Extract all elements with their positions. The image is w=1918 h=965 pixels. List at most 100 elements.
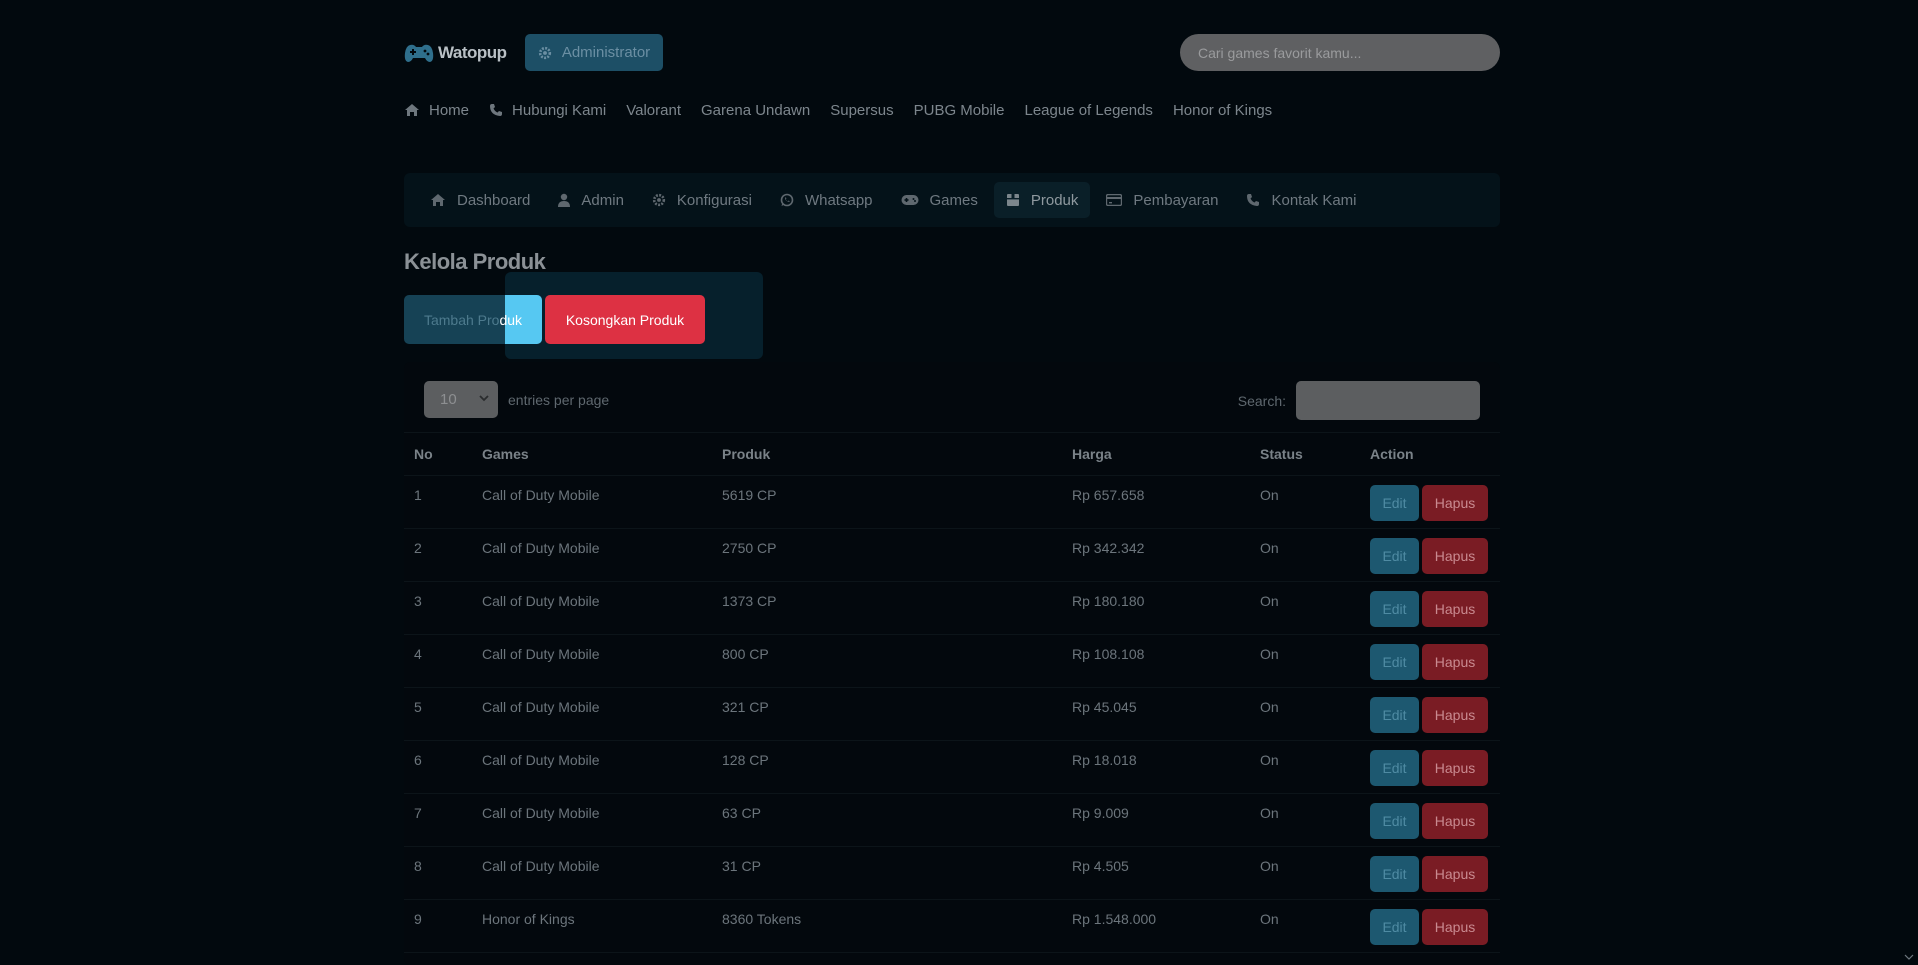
brand-logo[interactable]: Watopup: [404, 34, 507, 72]
brand-name: Watopup: [438, 43, 507, 62]
column-header[interactable]: No: [404, 432, 472, 476]
nav-item-hubungi-kami[interactable]: Hubungi Kami: [489, 100, 606, 120]
table-cell: Rp 657.658: [1062, 475, 1250, 529]
nav-item-pubg-mobile[interactable]: PUBG Mobile: [914, 100, 1005, 120]
table-cell: On: [1250, 846, 1360, 900]
action-cell: Edit Hapus: [1360, 793, 1500, 847]
column-header[interactable]: Status: [1250, 432, 1360, 476]
table-cell: Call of Duty Mobile: [472, 740, 712, 794]
add-product-button[interactable]: Tambah Produk: [404, 295, 542, 344]
edit-button[interactable]: Edit: [1370, 485, 1419, 521]
column-header[interactable]: Games: [472, 432, 712, 476]
action-cell: Edit Hapus: [1360, 581, 1500, 635]
table-cell: 3: [404, 581, 472, 635]
table-cell: On: [1250, 634, 1360, 688]
empty-products-label: Kosongkan Produk: [565, 311, 685, 328]
table-cell: Call of Duty Mobile: [472, 475, 712, 529]
delete-button[interactable]: Hapus: [1422, 909, 1488, 945]
admin-tab-dashboard[interactable]: Dashboard: [418, 182, 542, 218]
table-row: 8 Call of Duty Mobile 31 CP Rp 4.505 On Edit H…: [404, 846, 1500, 900]
column-header[interactable]: Action: [1360, 432, 1500, 476]
table-cell: On: [1250, 899, 1360, 953]
delete-button[interactable]: Hapus: [1422, 697, 1488, 733]
edit-button[interactable]: Edit: [1370, 909, 1419, 945]
table-cell: Call of Duty Mobile: [472, 581, 712, 635]
table-cell: 9: [404, 899, 472, 953]
add-product-label-lit: duk: [499, 311, 523, 328]
scroll-down-arrow-icon[interactable]: [1904, 953, 1914, 961]
nav-item-league-of-legends[interactable]: League of Legends: [1024, 100, 1152, 120]
edit-button[interactable]: Edit: [1370, 750, 1419, 786]
header: Watopup Administrator Cari games favorit…: [404, 34, 1500, 72]
entries-label: entries per page: [508, 391, 610, 408]
card-icon: [1106, 194, 1123, 206]
action-cell: Edit Hapus: [1360, 528, 1500, 582]
add-product-label-dim: Tambah Pro: [423, 311, 500, 328]
admin-tab-kontak-kami[interactable]: Kontak Kami: [1234, 182, 1368, 218]
game-search-input[interactable]: Cari games favorit kamu...: [1180, 34, 1500, 71]
nav-label: Valorant: [626, 101, 681, 119]
table-cell: 6: [404, 740, 472, 794]
table-cell: On: [1250, 475, 1360, 529]
table-cell: On: [1250, 740, 1360, 794]
table-cell: Rp 45.045: [1062, 687, 1250, 741]
table-cell: Rp 18.018: [1062, 740, 1250, 794]
delete-button[interactable]: Hapus: [1422, 538, 1488, 574]
whatsapp-icon: [780, 193, 794, 207]
page-size-select[interactable]: 10: [424, 381, 498, 418]
admin-tab-konfigurasi[interactable]: Konfigurasi: [640, 182, 764, 218]
admin-tab-pembayaran[interactable]: Pembayaran: [1094, 182, 1230, 218]
admin-tab-whatsapp[interactable]: Whatsapp: [768, 182, 885, 218]
nav-item-home[interactable]: Home: [404, 100, 469, 120]
table-search-label: Search:: [1237, 392, 1286, 409]
table-cell: Rp 342.342: [1062, 528, 1250, 582]
delete-button[interactable]: Hapus: [1422, 803, 1488, 839]
products-table: No Games Produk Harga Status Action 1 Cal…: [404, 432, 1500, 953]
administrator-button[interactable]: Administrator: [525, 34, 663, 71]
delete-button[interactable]: Hapus: [1422, 856, 1488, 892]
delete-button[interactable]: Hapus: [1422, 644, 1488, 680]
edit-button[interactable]: Edit: [1370, 644, 1419, 680]
table-row: 6 Call of Duty Mobile 128 CP Rp 18.018 On Edi…: [404, 740, 1500, 794]
gear-icon: [538, 46, 551, 59]
table-cell: 2750 CP: [712, 528, 1062, 582]
table-search-input[interactable]: [1296, 381, 1480, 420]
table-cell: Call of Duty Mobile: [472, 687, 712, 741]
table-cell: 8360 Tokens: [712, 899, 1062, 953]
table-cell: 1: [404, 475, 472, 529]
nav-label: Garena Undawn: [701, 101, 811, 119]
phone-icon: [1247, 194, 1260, 206]
game-search-placeholder: Cari games favorit kamu...: [1198, 44, 1362, 61]
delete-button[interactable]: Hapus: [1422, 591, 1488, 627]
nav-label: PUBG Mobile: [913, 101, 1005, 119]
admin-tab-produk[interactable]: Produk: [993, 182, 1091, 218]
delete-button[interactable]: Hapus: [1422, 750, 1488, 786]
edit-button[interactable]: Edit: [1370, 803, 1419, 839]
gamepad-icon: [901, 195, 919, 205]
action-cell: Edit Hapus: [1360, 846, 1500, 900]
admin-tab-label: Kontak Kami: [1271, 191, 1357, 209]
column-header[interactable]: Produk: [712, 432, 1062, 476]
table-cell: On: [1250, 581, 1360, 635]
admin-tab-label: Pembayaran: [1133, 191, 1219, 209]
nav-item-supersus[interactable]: Supersus: [830, 100, 893, 120]
entries-control: 10 entries per page: [424, 381, 609, 418]
nav-item-valorant[interactable]: Valorant: [626, 100, 681, 120]
delete-button[interactable]: Hapus: [1422, 485, 1488, 521]
admin-tab-admin[interactable]: Admin: [546, 182, 636, 218]
empty-products-button[interactable]: Kosongkan Produk: [545, 295, 705, 344]
nav-item-garena-undawn[interactable]: Garena Undawn: [701, 100, 810, 120]
table-row: 5 Call of Duty Mobile 321 CP Rp 45.045 On Edi…: [404, 687, 1500, 741]
edit-button[interactable]: Edit: [1370, 697, 1419, 733]
edit-button[interactable]: Edit: [1370, 538, 1419, 574]
edit-button[interactable]: Edit: [1370, 856, 1419, 892]
column-header[interactable]: Harga: [1062, 432, 1250, 476]
table-cell: 5619 CP: [712, 475, 1062, 529]
table-row: 1 Call of Duty Mobile 5619 CP Rp 657.658 On E…: [404, 475, 1500, 529]
table-row: 2 Call of Duty Mobile 2750 CP Rp 342.342 On E…: [404, 528, 1500, 582]
table-cell: 5: [404, 687, 472, 741]
admin-tab-games[interactable]: Games: [889, 182, 990, 218]
edit-button[interactable]: Edit: [1370, 591, 1419, 627]
nav-item-honor-of-kings[interactable]: Honor of Kings: [1173, 100, 1272, 120]
action-cell: Edit Hapus: [1360, 634, 1500, 688]
